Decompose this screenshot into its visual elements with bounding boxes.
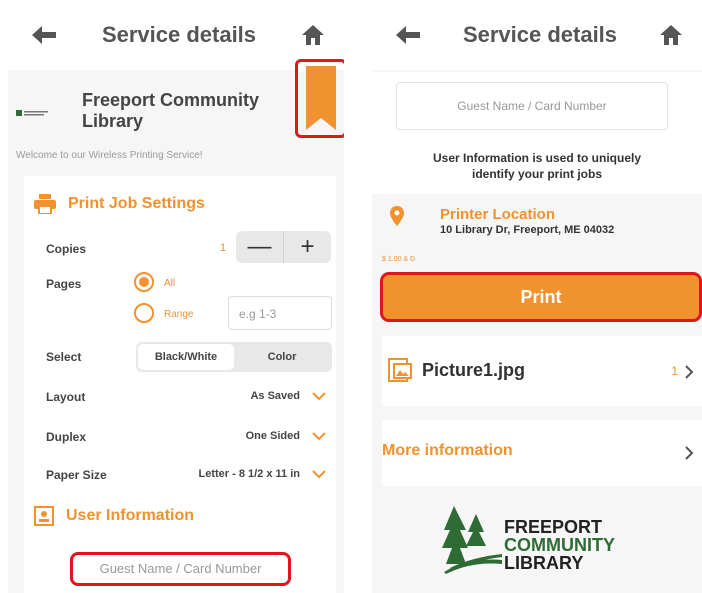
pages-range-label: Range bbox=[164, 309, 194, 320]
duplex-dropdown[interactable]: One Sided bbox=[246, 430, 300, 442]
back-arrow-icon[interactable] bbox=[32, 26, 56, 44]
image-file-icon bbox=[388, 358, 412, 382]
bookmark-button[interactable] bbox=[295, 59, 344, 138]
copies-stepper: — + bbox=[236, 231, 331, 263]
map-pin-icon bbox=[390, 206, 404, 226]
pages-all-radio[interactable] bbox=[134, 272, 154, 292]
pages-all-label: All bbox=[164, 278, 176, 289]
color-option[interactable]: Color bbox=[234, 344, 330, 370]
library-header: Freeport Community Library bbox=[8, 72, 344, 148]
brand-line-1: FREEPORT bbox=[504, 517, 603, 537]
user-information-heading: User Information bbox=[34, 506, 194, 526]
library-logo-icon bbox=[16, 110, 48, 116]
print-job-settings-heading: Print Job Settings bbox=[34, 194, 205, 214]
brand-line-2: COMMUNITY bbox=[504, 535, 615, 555]
copies-label: Copies bbox=[46, 242, 87, 256]
chevron-down-icon[interactable] bbox=[312, 392, 326, 401]
home-icon[interactable] bbox=[301, 25, 324, 45]
black-white-option[interactable]: Black/White bbox=[138, 344, 234, 370]
chevron-down-icon[interactable] bbox=[312, 432, 326, 441]
back-arrow-icon[interactable] bbox=[396, 26, 420, 44]
more-information-label: More information bbox=[382, 442, 513, 459]
file-list-item[interactable]: Picture1.jpg 1 bbox=[382, 336, 702, 406]
layout-dropdown[interactable]: As Saved bbox=[250, 390, 300, 402]
paper-size-dropdown[interactable]: Letter - 8 1/2 x 11 in bbox=[199, 468, 301, 480]
id-card-icon bbox=[34, 506, 54, 526]
printer-icon bbox=[34, 194, 56, 214]
decrement-button[interactable]: — bbox=[236, 231, 284, 263]
library-brand: FREEPORT COMMUNITY LIBRARY bbox=[372, 500, 702, 593]
bookmark-icon bbox=[306, 66, 336, 130]
printer-location-title: Printer Location bbox=[440, 206, 556, 223]
color-mode-selector: Black/White Color bbox=[136, 342, 332, 372]
price-tag: $ 1.00 & D bbox=[382, 256, 416, 263]
page-title: Service details bbox=[101, 22, 257, 47]
guest-name-input[interactable]: Guest Name / Card Number bbox=[70, 552, 291, 586]
user-info-note: User Information is used to uniquely ide… bbox=[432, 151, 642, 181]
top-bar: Service details bbox=[372, 0, 702, 70]
print-button[interactable]: Print bbox=[380, 272, 702, 322]
top-bar: Service details bbox=[8, 0, 344, 70]
printer-location-address: 10 Library Dr, Freeport, ME 04032 bbox=[440, 224, 615, 236]
home-icon[interactable] bbox=[659, 25, 682, 45]
range-input[interactable]: e.g 1-3 bbox=[228, 296, 332, 330]
page-title: Service details bbox=[462, 22, 618, 47]
chevron-right-icon bbox=[685, 446, 694, 460]
printer-location: Printer Location 10 Library Dr, Freeport… bbox=[372, 196, 702, 263]
paper-size-label: Paper Size bbox=[46, 468, 107, 482]
increment-button[interactable]: + bbox=[284, 231, 331, 263]
right-screen: Service details Guest Name / Card Number… bbox=[372, 0, 702, 593]
pages-range-radio[interactable] bbox=[134, 303, 154, 323]
print-settings-card: Print Job Settings Copies 1 — + Pages Al… bbox=[24, 176, 336, 593]
brand-line-3: LIBRARY bbox=[504, 553, 584, 573]
file-name: Picture1.jpg bbox=[422, 360, 526, 380]
chevron-down-icon[interactable] bbox=[312, 470, 326, 479]
guest-name-input[interactable]: Guest Name / Card Number bbox=[396, 82, 668, 130]
copies-value: 1 bbox=[220, 242, 227, 254]
pages-label: Pages bbox=[46, 277, 82, 291]
file-copies-count: 1 bbox=[671, 364, 678, 378]
select-label: Select bbox=[46, 350, 82, 364]
duplex-label: Duplex bbox=[46, 430, 87, 444]
tree-logo-icon bbox=[442, 506, 502, 574]
chevron-right-icon bbox=[685, 365, 694, 379]
library-name: Freeport Community Library bbox=[82, 90, 260, 131]
layout-label: Layout bbox=[46, 390, 86, 404]
more-information-row[interactable]: More information bbox=[382, 420, 702, 486]
user-information-card: Guest Name / Card Number User Informatio… bbox=[372, 72, 702, 194]
welcome-text: Welcome to our Wireless Printing Service… bbox=[16, 150, 203, 161]
left-screen: Service details Freeport Community Libra… bbox=[8, 0, 344, 593]
